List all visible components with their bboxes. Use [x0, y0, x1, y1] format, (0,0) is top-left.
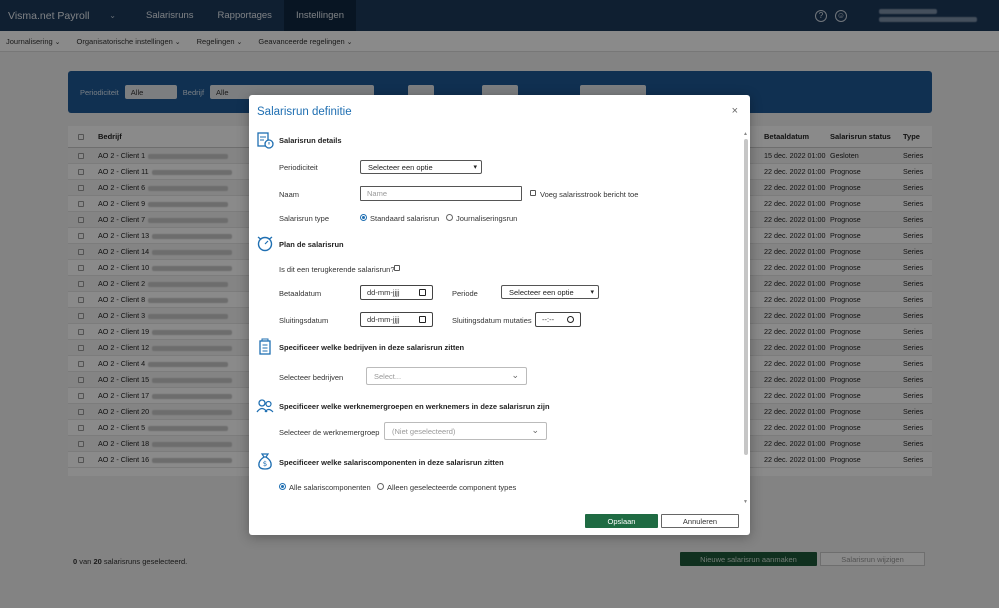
naam-label: Naam: [279, 190, 300, 199]
modal-title: Salarisrun definitie: [257, 106, 352, 118]
periodiciteit-label: Periodiciteit: [279, 163, 318, 172]
chevron-down-icon: ▾: [590, 289, 594, 296]
calendar-icon[interactable]: [419, 316, 426, 323]
periode-value: Selecteer een optie: [509, 287, 574, 297]
svg-text:$: $: [263, 460, 267, 468]
scroll-down-icon[interactable]: ▼: [743, 499, 748, 505]
chevron-down-icon: ▾: [473, 164, 477, 171]
betaaldatum-input[interactable]: dd-mm-jjjj: [360, 285, 433, 300]
section-employees-title: Specificeer welke werknemergroepen en we…: [279, 402, 550, 411]
recurring-checkbox[interactable]: [394, 265, 400, 271]
standaard-salarisrun-label: Standaard salarisrun: [370, 214, 440, 223]
cancel-button[interactable]: Annuleren: [661, 514, 739, 528]
select-companies-label: Selecteer bedrijven: [279, 373, 344, 382]
journaliseringsrun-label: Journaliseringsrun: [456, 214, 518, 223]
clock-icon[interactable]: [567, 316, 574, 323]
save-button[interactable]: Opslaan: [585, 514, 658, 528]
salarisrun-type-label: Salarisrun type: [279, 214, 330, 223]
periodiciteit-value: Selecteer een optie: [368, 162, 433, 172]
select-companies-dropdown[interactable]: Select... ⌄: [366, 367, 527, 385]
section-plan-title: Plan de salarisrun: [279, 240, 344, 249]
select-employeegroup-dropdown[interactable]: (Niet geselecteerd) ⌄: [384, 422, 547, 440]
sluitingsdatum-input[interactable]: dd-mm-jjjj: [360, 312, 433, 327]
select-employeegroup-placeholder: (Niet geselecteerd): [392, 426, 456, 436]
alarm-clock-icon: [257, 236, 273, 252]
naam-input[interactable]: Name: [360, 186, 522, 201]
voeg-salarisstrook-label: Voeg salarisstrook bericht toe: [540, 190, 639, 199]
betaaldatum-label: Betaaldatum: [279, 289, 322, 298]
scroll-up-icon[interactable]: ▲: [743, 131, 748, 137]
users-icon: [256, 399, 274, 413]
sluitingsdatum-mutaties-value: --:--: [542, 315, 555, 324]
modal-scrollbar[interactable]: [744, 139, 748, 455]
radio-journaliseringsrun[interactable]: [446, 214, 453, 221]
money-bag-icon: $: [258, 453, 272, 470]
radio-alle-salariscomponenten[interactable]: [279, 483, 286, 490]
chevron-down-icon: ⌄: [531, 425, 539, 435]
periodiciteit-select[interactable]: Selecteer een optie ▾: [360, 160, 482, 174]
radio-standaard-salarisrun[interactable]: [360, 214, 367, 221]
calendar-icon[interactable]: [419, 289, 426, 296]
geselecteerde-component-types-label: Alleen geselecteerde component types: [387, 483, 517, 492]
building-icon: [259, 338, 271, 355]
section-components-title: Specificeer welke salariscomponenten in …: [279, 458, 504, 467]
close-icon[interactable]: ×: [732, 105, 738, 117]
select-companies-placeholder: Select...: [374, 371, 402, 381]
section-companies-title: Specificeer welke bedrijven in deze sala…: [279, 343, 465, 352]
chevron-down-icon: ⌄: [511, 370, 519, 380]
sluitingsdatum-label: Sluitingsdatum: [279, 316, 329, 325]
periode-select[interactable]: Selecteer een optie ▾: [501, 285, 599, 299]
betaaldatum-value: dd-mm-jjjj: [367, 288, 400, 297]
sluitingsdatum-mutaties-time[interactable]: --:--: [535, 312, 581, 327]
section-details-title: Salarisrun details: [279, 136, 342, 145]
periode-label: Periode: [452, 289, 478, 298]
select-employeegroup-label: Selecteer de werknemergroep: [279, 428, 380, 437]
alle-salariscomponenten-label: Alle salariscomponenten: [289, 483, 371, 492]
recurring-label: Is dit een terugkerende salarisrun?: [279, 265, 395, 274]
sluitingsdatum-value: dd-mm-jjjj: [367, 315, 400, 324]
salarisrun-definition-modal: Salarisrun definitie × ▲ ▼ Salarisrun de…: [249, 95, 750, 535]
sluitingsdatum-mutaties-label: Sluitingsdatum mutaties: [452, 316, 532, 325]
voeg-salarisstrook-checkbox[interactable]: [530, 190, 536, 196]
radio-geselecteerde-component-types[interactable]: [377, 483, 384, 490]
document-clock-icon: [257, 132, 274, 149]
